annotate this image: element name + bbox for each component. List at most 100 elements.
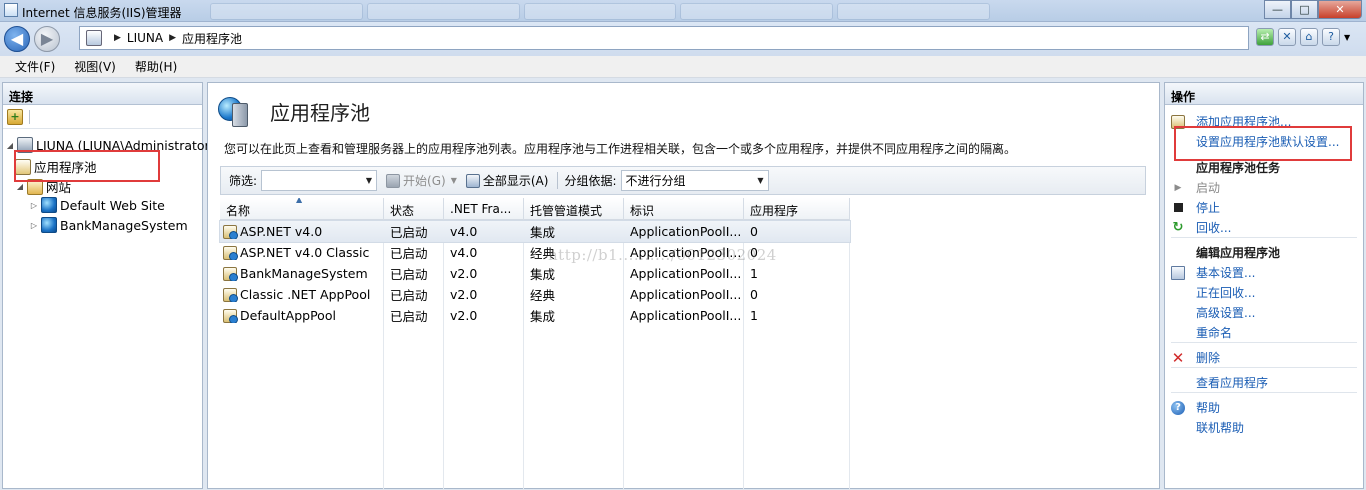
table-row[interactable]: DefaultAppPool 已启动 v2.0 集成 ApplicationPo… [220,305,1146,326]
stop-action[interactable]: 停止 [1171,199,1220,216]
expand-icon[interactable]: ▷ [29,221,39,230]
expand-icon[interactable]: ▷ [29,201,39,210]
cell-pipeline: 经典 [530,288,556,303]
basic-settings-icon [1171,265,1185,280]
highlight-box [14,150,160,182]
collapse-icon[interactable]: ◢ [5,141,15,150]
cell-pipeline: 集成 [530,309,556,324]
filter-input[interactable]: ▼ [261,170,378,191]
cell-status: 已启动 [390,267,428,282]
app-pool-icon [223,224,238,239]
highlight-box [1174,126,1352,161]
basic-settings-action[interactable]: 基本设置... [1171,264,1255,281]
online-help-action[interactable]: 联机帮助 [1171,419,1244,436]
breadcrumb-separator-icon: ▶ [169,33,177,43]
go-button[interactable]: 开始(G) [383,170,449,191]
iis-app-icon [4,3,18,17]
home-icon[interactable]: ⌂ [1300,28,1318,46]
edit-pool-header: 编辑应用程序池 [1196,246,1281,260]
stop-nav-icon[interactable]: ✕ [1278,28,1296,46]
address-bar: ◀ ▶ ▶ LIUNA ▶ 应用程序池 ⇄ ✕ ⌂ ? ▼ [0,22,1366,56]
app-pool-icon [223,245,238,260]
binoculars-icon [386,173,401,188]
go-dropdown-icon[interactable]: ▼ [451,176,457,185]
help-icon: ? [1171,400,1185,415]
group-by-value: 不进行分组 [625,174,686,188]
refresh-icon[interactable]: ⇄ [1256,28,1274,46]
minimize-button[interactable]: — [1264,0,1291,19]
page-description: 您可以在此页上查看和管理服务器上的应用程序池列表。应用程序池与工作进程相关联，包… [224,142,1017,156]
group-by-select[interactable]: 不进行分组 ▼ [620,170,769,191]
actions-panel: 操作 添加应用程序池... 设置应用程序池默认设置... 应用程序池任务 ▶ 启… [1164,82,1364,489]
window-title: Internet 信息服务(IIS)管理器 [22,6,182,20]
menu-bar: 文件(F) 视图(V) 帮助(H) [0,56,1366,78]
actions-divider [1171,392,1357,393]
cell-name: DefaultAppPool [240,308,336,323]
recycle-action[interactable]: ↻ 回收... [1171,219,1232,236]
tree-item-default-web-site[interactable]: ▷ Default Web Site [29,197,165,213]
help-icon[interactable]: ? [1322,28,1340,46]
view-applications-action[interactable]: 查看应用程序 [1171,374,1268,391]
dropdown-arrow-icon[interactable]: ▼ [757,176,763,185]
breadcrumb-app-pools[interactable]: 应用程序池 [182,30,242,47]
menu-view[interactable]: 视图(V) [74,58,116,75]
rename-action[interactable]: 重命名 [1171,324,1232,341]
background-windows [210,3,990,20]
show-all-button[interactable]: 全部显示(A) [463,170,552,191]
app-pools-table: 名称 ▲ 状态 .NET Fra... 托管管道模式 标识 应用程序 ASP.NE… [219,198,1146,490]
help-dropdown-icon[interactable]: ▼ [1344,33,1350,42]
table-row[interactable]: ASP.NET v4.0 已启动 v4.0 集成 ApplicationPool… [219,220,851,243]
cell-applications: 1 [750,308,758,323]
server-icon [86,30,102,46]
tree-item-bankmanagesystem[interactable]: ▷ BankManageSystem [29,217,188,233]
start-action[interactable]: ▶ 启动 [1171,179,1220,196]
close-button[interactable]: ✕ [1318,0,1362,19]
stop-icon [1174,203,1183,212]
app-pool-page-icon [218,93,254,129]
recycling-action[interactable]: 正在回收... [1171,284,1255,301]
breadcrumb[interactable]: ▶ LIUNA ▶ 应用程序池 [79,26,1249,50]
delete-icon: ✕ [1171,348,1185,367]
connections-panel: 连接 + ◢ LIUNA (LIUNA\Administrator) 应用程序池… [2,82,215,489]
forward-button[interactable]: ▶ [34,26,60,52]
recycle-icon: ↻ [1172,220,1184,235]
cell-net-version: v2.0 [450,266,478,281]
breadcrumb-server[interactable]: LIUNA [127,31,163,45]
connections-toolbar: + [3,105,202,129]
cell-identity: ApplicationPoolI... [630,266,742,281]
column-header-name[interactable]: 名称 ▲ [220,198,384,220]
column-header-applications[interactable]: 应用程序 [744,198,850,220]
menu-help[interactable]: 帮助(H) [135,58,177,75]
back-button[interactable]: ◀ [4,26,30,52]
table-row[interactable]: Classic .NET AppPool 已启动 v2.0 经典 Applica… [220,284,1146,305]
group-by-label: 分组依据: [564,174,617,188]
connections-tree: ◢ LIUNA (LIUNA\Administrator) 应用程序池 ◢ 网站… [3,129,215,484]
column-header-status[interactable]: 状态 [384,198,444,220]
column-header-identity[interactable]: 标识 [624,198,744,220]
collapse-icon[interactable]: ◢ [15,182,25,191]
actions-header: 操作 [1165,83,1363,105]
cell-net-version: v4.0 [450,245,478,260]
menu-file[interactable]: 文件(F) [15,58,55,75]
column-header-net-framework[interactable]: .NET Fra... [444,198,524,220]
cell-status: 已启动 [390,288,428,303]
advanced-settings-action[interactable]: 高级设置... [1171,304,1255,321]
actions-divider [1171,342,1357,343]
features-panel: 应用程序池 您可以在此页上查看和管理服务器上的应用程序池列表。应用程序池与工作进… [207,82,1160,490]
cell-applications: 0 [750,287,758,302]
cell-identity: ApplicationPoolI... [630,308,742,323]
globe-icon [41,197,57,213]
cell-name: ASP.NET v4.0 Classic [240,245,370,260]
table-header: 名称 ▲ 状态 .NET Fra... 托管管道模式 标识 应用程序 [220,198,850,220]
help-action[interactable]: ? 帮助 [1171,399,1220,416]
cell-identity: ApplicationPoolI... [630,224,742,239]
delete-action[interactable]: ✕ 删除 [1171,348,1220,367]
play-icon: ▶ [1174,182,1182,193]
table-row[interactable]: BankManageSystem 已启动 v2.0 集成 Application… [220,263,1146,284]
create-connection-icon[interactable]: + [7,109,23,125]
column-header-pipeline-mode[interactable]: 托管管道模式 [524,198,624,220]
maximize-button[interactable]: □ [1291,0,1318,19]
dropdown-arrow-icon[interactable]: ▼ [366,176,372,185]
app-pool-icon [223,266,238,281]
cell-name: ASP.NET v4.0 [240,224,323,239]
